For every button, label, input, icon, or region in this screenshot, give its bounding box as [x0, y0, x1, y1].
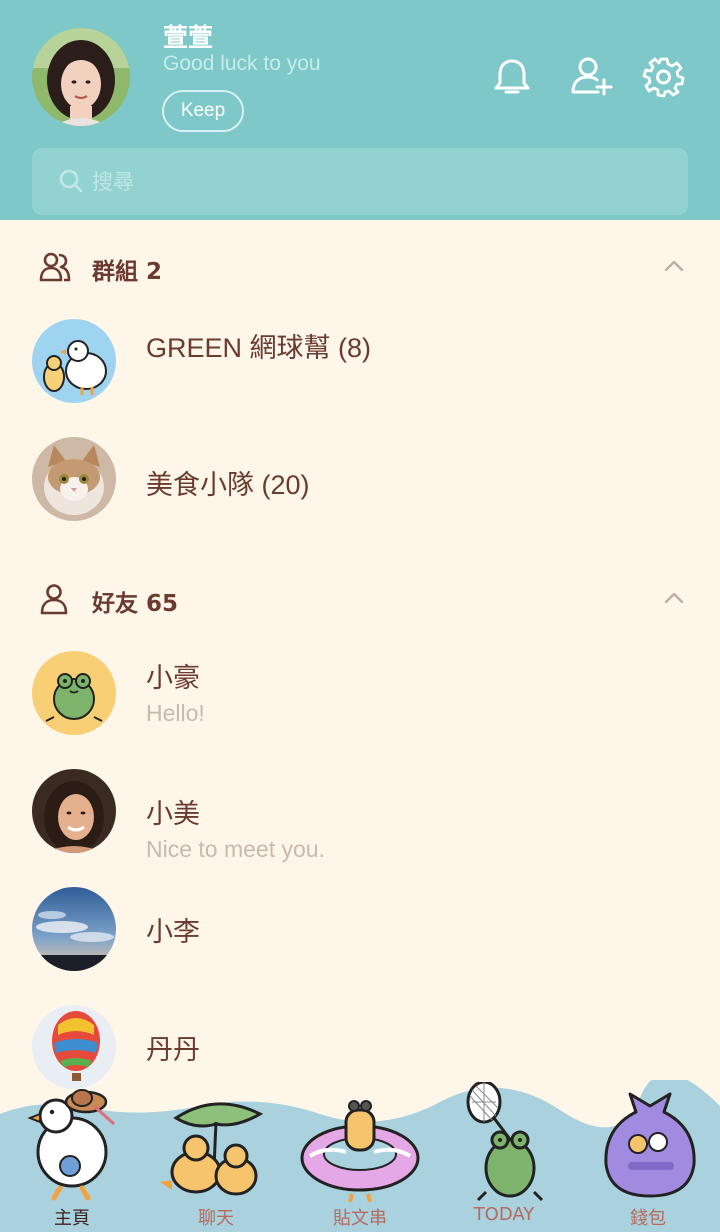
chevron-up-icon[interactable] [662, 254, 686, 278]
tab-label: 錢包 [630, 1208, 666, 1229]
friend-status: Nice to meet you. [146, 836, 325, 862]
group-name: GREEN 網球幫 (8) [146, 333, 372, 363]
bell-icon[interactable] [490, 54, 534, 98]
groups-title: 群組 2 [92, 259, 163, 285]
header: 萱萱 Good luck to you Keep 搜尋 [0, 0, 720, 220]
ducks-leaf-icon [160, 1102, 264, 1196]
group-row[interactable]: 美食小隊 (20) [0, 430, 720, 530]
friend-row[interactable]: 小豪 Hello! [0, 644, 720, 744]
tab-chat[interactable]: 聊天 [144, 1080, 288, 1232]
duck-hat-icon [27, 1089, 116, 1201]
tab-label: 聊天 [198, 1208, 234, 1229]
search-icon [59, 169, 83, 193]
friend-row[interactable]: 小美 Nice to meet you. [0, 762, 720, 862]
group-avatar [32, 319, 116, 403]
friend-name: 小美 [146, 799, 200, 829]
tab-today[interactable]: TODAY [432, 1080, 576, 1232]
friend-name: 丹丹 [146, 1035, 200, 1065]
search-placeholder: 搜尋 [92, 170, 134, 194]
group-avatar [32, 437, 116, 521]
tab-posts[interactable]: 貼文串 [288, 1080, 432, 1232]
frog-net-icon [466, 1082, 544, 1202]
friend-name: 小李 [146, 917, 200, 947]
friend-avatar [32, 651, 116, 735]
friend-row[interactable]: 小李 [0, 880, 720, 980]
keep-button[interactable]: Keep [162, 90, 244, 132]
tab-bar: 主頁 聊天 貼文串 TODAY 錢包 [0, 1080, 720, 1232]
friends-title: 好友 65 [92, 591, 179, 617]
search-bar[interactable]: 搜尋 [32, 148, 688, 215]
group-name: 美食小隊 (20) [146, 470, 310, 500]
tab-label: 主頁 [54, 1208, 90, 1229]
profile-avatar[interactable] [32, 28, 130, 126]
friend-status: Hello! [146, 700, 205, 726]
friend-name: 小豪 [146, 663, 200, 693]
groups-section-header[interactable]: 群組 2 [0, 242, 720, 292]
tab-label: TODAY [473, 1204, 535, 1225]
group-icon [39, 252, 71, 282]
food-bag-icon [604, 1092, 696, 1198]
tab-label: 貼文串 [333, 1208, 387, 1229]
add-friend-icon[interactable] [568, 54, 613, 98]
friend-icon [40, 584, 68, 615]
settings-icon[interactable] [642, 54, 686, 98]
profile-status: Good luck to you [163, 52, 321, 75]
friend-avatar [32, 1005, 116, 1089]
tab-wallet[interactable]: 錢包 [576, 1080, 720, 1232]
friend-avatar [32, 887, 116, 971]
friends-section-header[interactable]: 好友 65 [0, 574, 720, 624]
group-row[interactable]: GREEN 網球幫 (8) [0, 312, 720, 412]
tab-home[interactable]: 主頁 [0, 1080, 144, 1232]
profile-name: 萱萱 [163, 23, 214, 52]
chevron-up-icon[interactable] [662, 586, 686, 610]
duck-float-icon [300, 1100, 420, 1202]
friend-avatar [32, 769, 116, 853]
